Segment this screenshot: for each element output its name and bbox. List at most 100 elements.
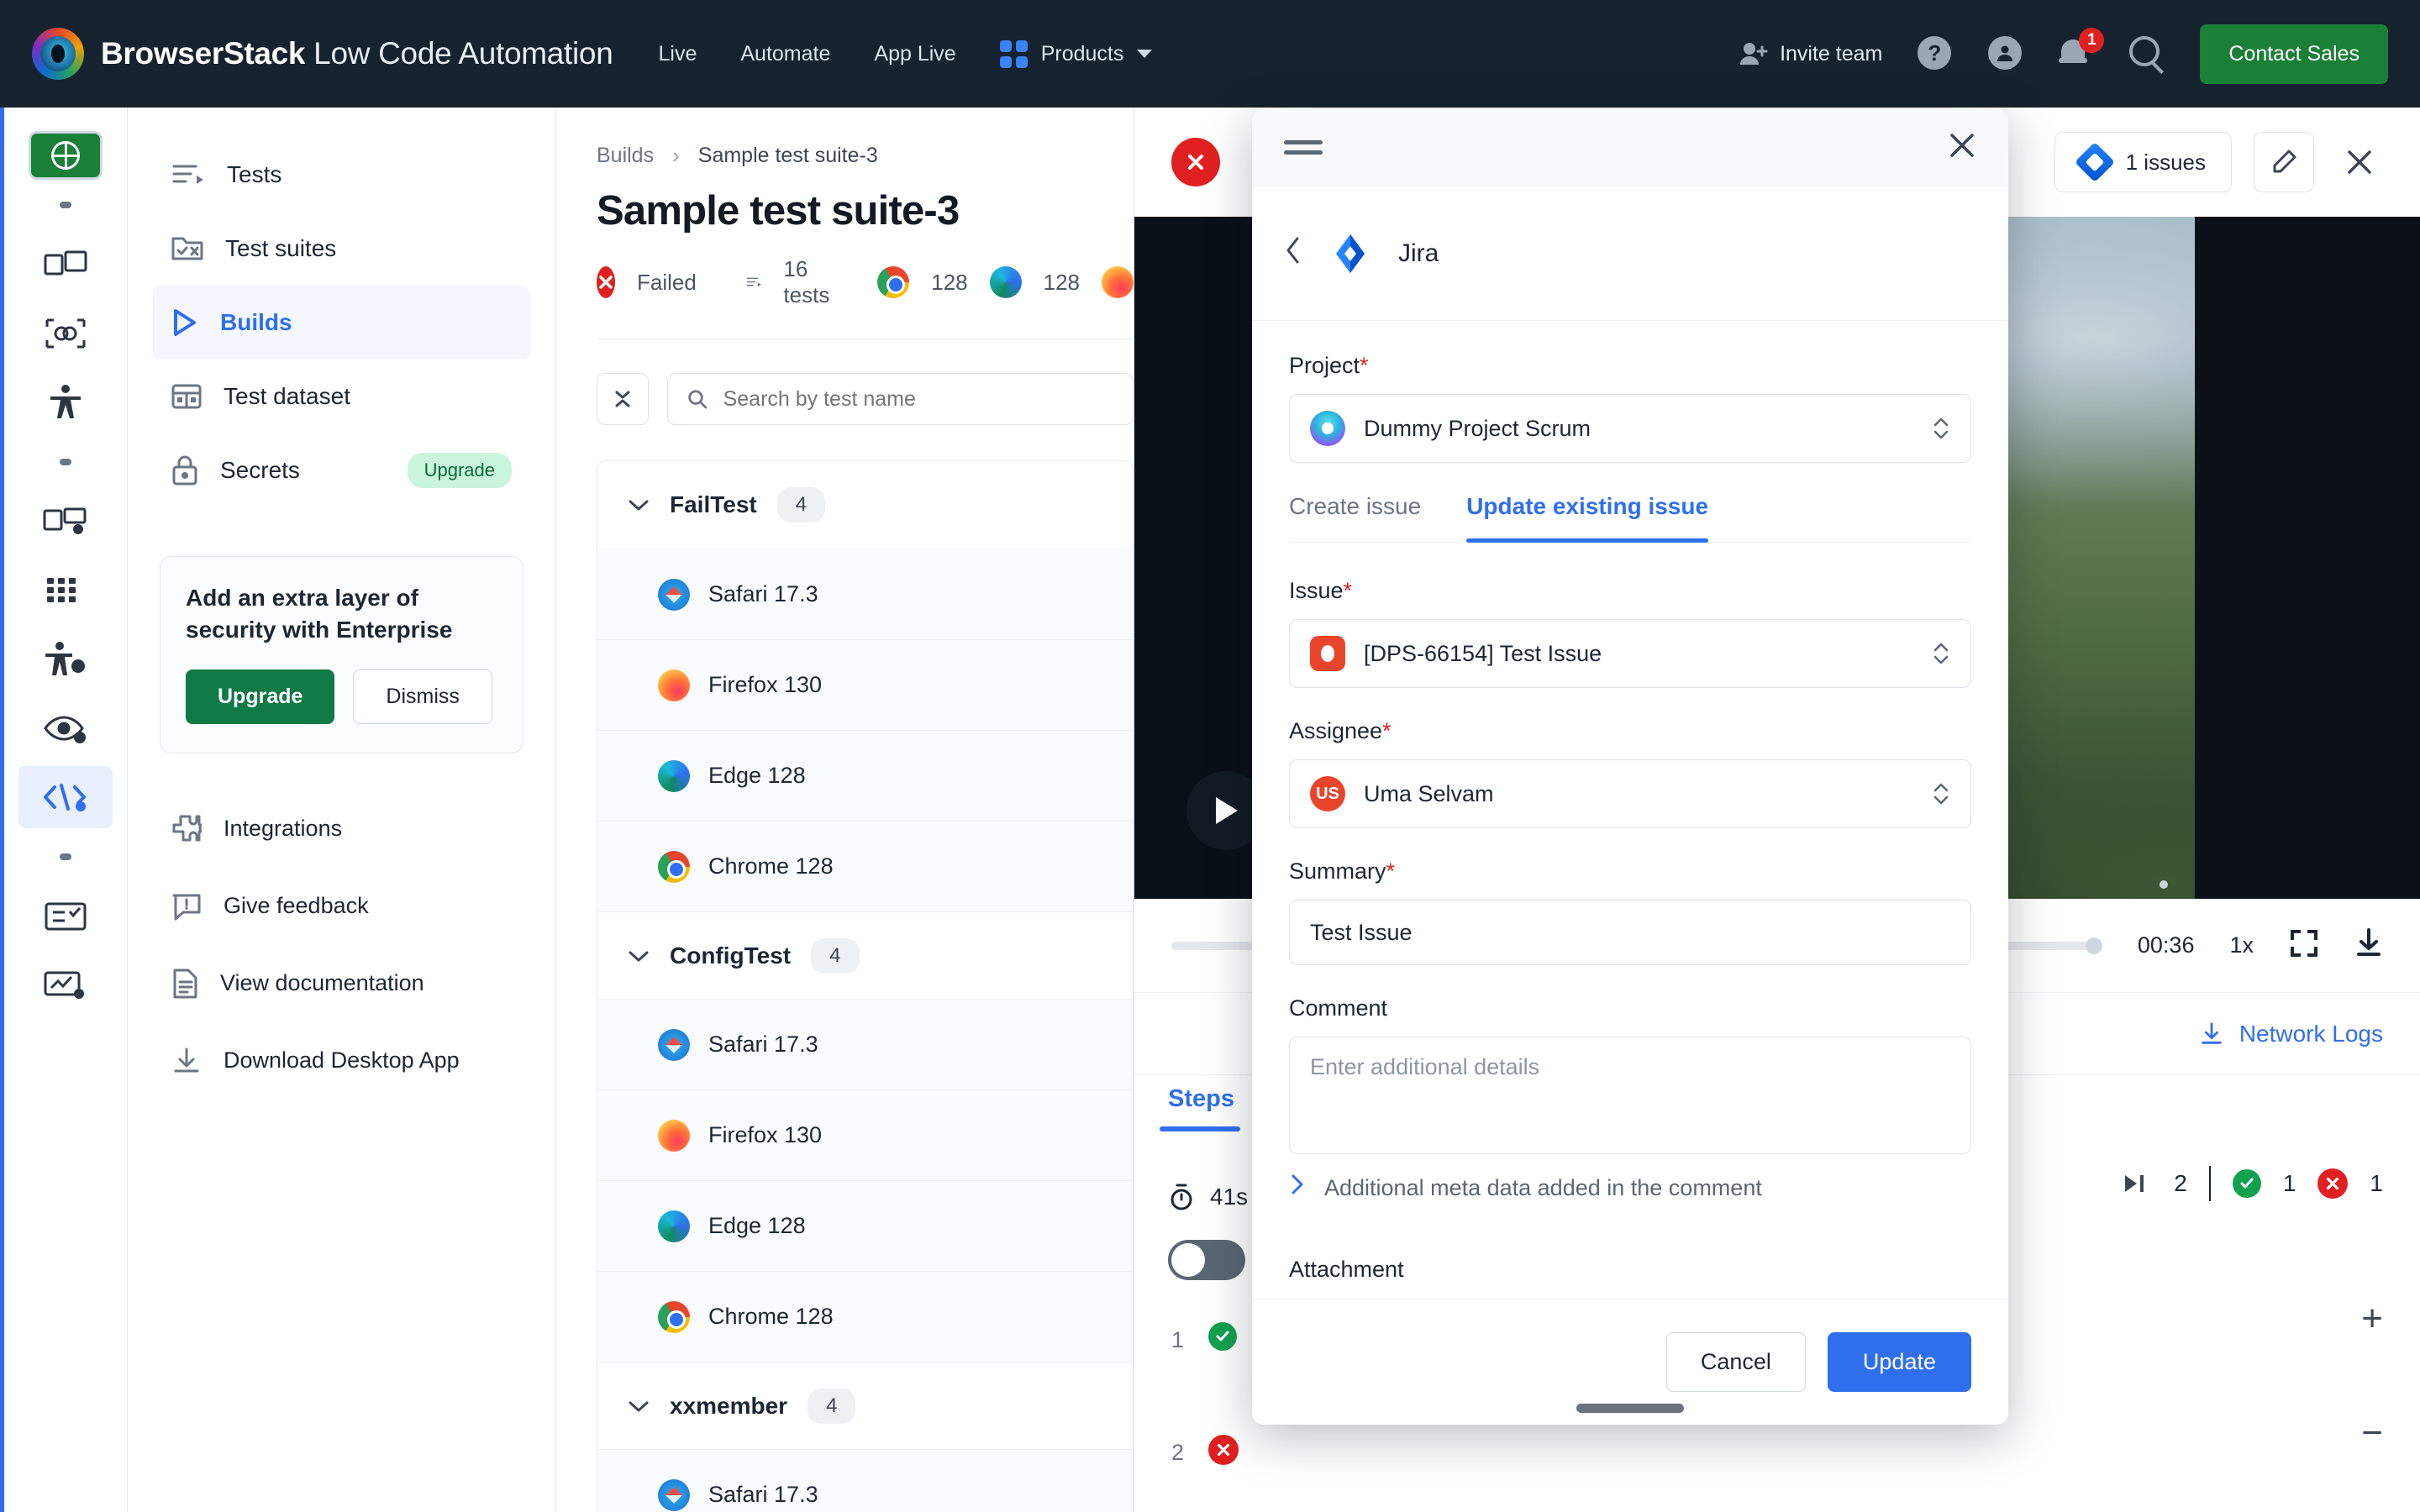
step-fail-icon xyxy=(1208,1435,1239,1465)
rail-item-low-code-automation[interactable] xyxy=(18,766,113,828)
cancel-button[interactable]: Cancel xyxy=(1666,1332,1806,1392)
sidebar-item-view-documentation[interactable]: View documentation xyxy=(153,947,530,1021)
secrets-upgrade-badge[interactable]: Upgrade xyxy=(408,453,512,488)
zoom-in-button[interactable]: + xyxy=(2361,1300,2383,1337)
edit-button[interactable] xyxy=(2254,132,2314,192)
nav-link-live[interactable]: Live xyxy=(659,42,697,66)
table-row[interactable]: Firefox 130 xyxy=(597,639,1133,730)
table-row[interactable]: Firefox 130 xyxy=(597,1089,1133,1180)
rail-item-test-observability[interactable] xyxy=(18,954,113,1016)
responsive-settings-icon xyxy=(43,506,88,538)
dismiss-button[interactable]: Dismiss xyxy=(353,669,492,724)
step-number: 1 xyxy=(1171,1327,1184,1353)
invite-team-button[interactable]: Invite team xyxy=(1739,41,1882,66)
table-row[interactable]: Safari 17.3 xyxy=(597,999,1133,1089)
rail-item-responsive-settings[interactable] xyxy=(18,491,113,553)
comment-textarea[interactable]: Enter additional details xyxy=(1289,1037,1971,1154)
test-group-header[interactable]: xxmember 4 xyxy=(597,1362,1133,1449)
close-session-button[interactable] xyxy=(2336,139,2383,186)
help-icon[interactable]: ? xyxy=(1918,36,1953,71)
update-button[interactable]: Update xyxy=(1828,1332,1971,1392)
summary-input[interactable]: Test Issue xyxy=(1289,900,1971,965)
sidebar-item-tests[interactable]: Tests xyxy=(153,138,530,212)
tab-update-existing-issue[interactable]: Update existing issue xyxy=(1466,493,1708,542)
notification-bell-icon[interactable]: 1 xyxy=(2059,36,2094,71)
test-group-header[interactable]: FailTest 4 xyxy=(597,461,1133,549)
test-group-header[interactable]: ConfigTest 4 xyxy=(597,911,1133,999)
rail-item-test-management[interactable] xyxy=(18,885,113,948)
network-logs-link[interactable]: Network Logs xyxy=(2199,1021,2383,1047)
sidebar-item-label: Integrations xyxy=(224,816,342,842)
search-icon[interactable] xyxy=(2129,36,2165,71)
sidebar-item-secrets[interactable]: Secrets Upgrade xyxy=(153,433,530,507)
jira-issues-button[interactable]: 1 issues xyxy=(2054,132,2232,192)
sidebar-item-label: Builds xyxy=(220,309,292,336)
code-settings-icon xyxy=(41,780,90,814)
jira-logo-glyph xyxy=(1329,233,1371,275)
step-number: 2 xyxy=(1171,1440,1184,1466)
assignee-select[interactable]: US Uma Selvam xyxy=(1289,759,1971,828)
download-video-icon[interactable] xyxy=(2354,928,2383,963)
playback-speed-button[interactable]: 1x xyxy=(2229,932,2254,958)
nav-link-app-live[interactable]: App Live xyxy=(874,42,955,66)
search-box[interactable] xyxy=(667,373,1134,425)
table-row[interactable]: Safari 17.3 xyxy=(597,549,1133,639)
breadcrumb-root[interactable]: Builds xyxy=(597,144,654,168)
sidebar-item-test-dataset[interactable]: Test dataset xyxy=(153,360,530,433)
build-meta-row: Failed 16 tests 128 128 xyxy=(597,256,1134,308)
table-row[interactable]: Chrome 128 xyxy=(597,1271,1133,1362)
search-input[interactable] xyxy=(723,387,1114,412)
tab-create-issue[interactable]: Create issue xyxy=(1289,493,1421,542)
accessibility-icon xyxy=(46,384,85,421)
video-indicator-dot xyxy=(2160,880,2168,889)
modal-resize-handle[interactable] xyxy=(1576,1404,1684,1413)
jira-icon xyxy=(1329,233,1371,275)
row-label: Chrome 128 xyxy=(708,853,834,879)
steps-toggle[interactable] xyxy=(1168,1240,1245,1280)
rail-item-accessibility[interactable] xyxy=(18,371,113,433)
modal-drag-header[interactable] xyxy=(1252,109,2008,186)
upgrade-button[interactable]: Upgrade xyxy=(186,669,334,724)
table-row[interactable]: Safari 17.3 xyxy=(597,1449,1133,1512)
drag-handle-icon[interactable] xyxy=(1284,134,1323,160)
search-icon xyxy=(687,387,708,411)
tab-steps[interactable]: Steps xyxy=(1168,1085,1234,1113)
table-row[interactable]: Edge 128 xyxy=(597,1180,1133,1271)
page-title: Sample test suite-3 xyxy=(597,187,1134,234)
table-row[interactable]: Edge 128 xyxy=(597,730,1133,821)
additional-metadata-toggle[interactable]: Additional meta data added in the commen… xyxy=(1289,1173,1971,1203)
back-button[interactable] xyxy=(1284,235,1302,271)
rail-item-accessibility-settings[interactable] xyxy=(18,628,113,690)
nav-link-automate[interactable]: Automate xyxy=(740,42,830,66)
invite-team-label: Invite team xyxy=(1780,42,1882,66)
edge-icon xyxy=(990,266,1022,298)
contact-sales-button[interactable]: Contact Sales xyxy=(2200,24,2388,84)
rail-globe-button[interactable] xyxy=(29,131,103,180)
zoom-out-button[interactable]: − xyxy=(2361,1415,2383,1452)
fullscreen-icon[interactable] xyxy=(2289,928,2319,963)
rail-item-responsive[interactable] xyxy=(18,234,113,296)
account-icon[interactable] xyxy=(1988,36,2023,71)
products-menu[interactable]: Products xyxy=(1000,40,1153,68)
rail-item-visual-scan[interactable] xyxy=(18,302,113,365)
issue-select[interactable]: [DPS-66154] Test Issue xyxy=(1289,619,1971,688)
sidebar-item-give-feedback[interactable]: Give feedback xyxy=(153,869,530,943)
sidebar-item-builds[interactable]: Builds xyxy=(153,286,530,360)
modal-close-button[interactable] xyxy=(1948,131,1976,164)
chrome-icon xyxy=(877,266,909,298)
sidebar-item-download-desktop-app[interactable]: Download Desktop App xyxy=(153,1024,530,1098)
rail-item-visual-settings[interactable] xyxy=(18,697,113,759)
select-arrows-icon xyxy=(1932,414,1950,443)
step-pass-icon xyxy=(1208,1322,1237,1351)
lock-icon xyxy=(171,455,198,486)
row-label: Safari 17.3 xyxy=(708,1482,818,1508)
collapse-all-button[interactable] xyxy=(597,373,649,425)
sidebar-item-integrations[interactable]: Integrations xyxy=(153,792,530,866)
chrome-icon xyxy=(658,851,690,883)
edge-icon xyxy=(658,1210,690,1242)
project-select[interactable]: Dummy Project Scrum xyxy=(1289,394,1971,463)
rail-item-grid[interactable] xyxy=(18,559,113,622)
left-menu: Tests Test suites Builds Test dataset xyxy=(128,108,556,1512)
sidebar-item-test-suites[interactable]: Test suites xyxy=(153,212,530,286)
table-row[interactable]: Chrome 128 xyxy=(597,821,1133,911)
